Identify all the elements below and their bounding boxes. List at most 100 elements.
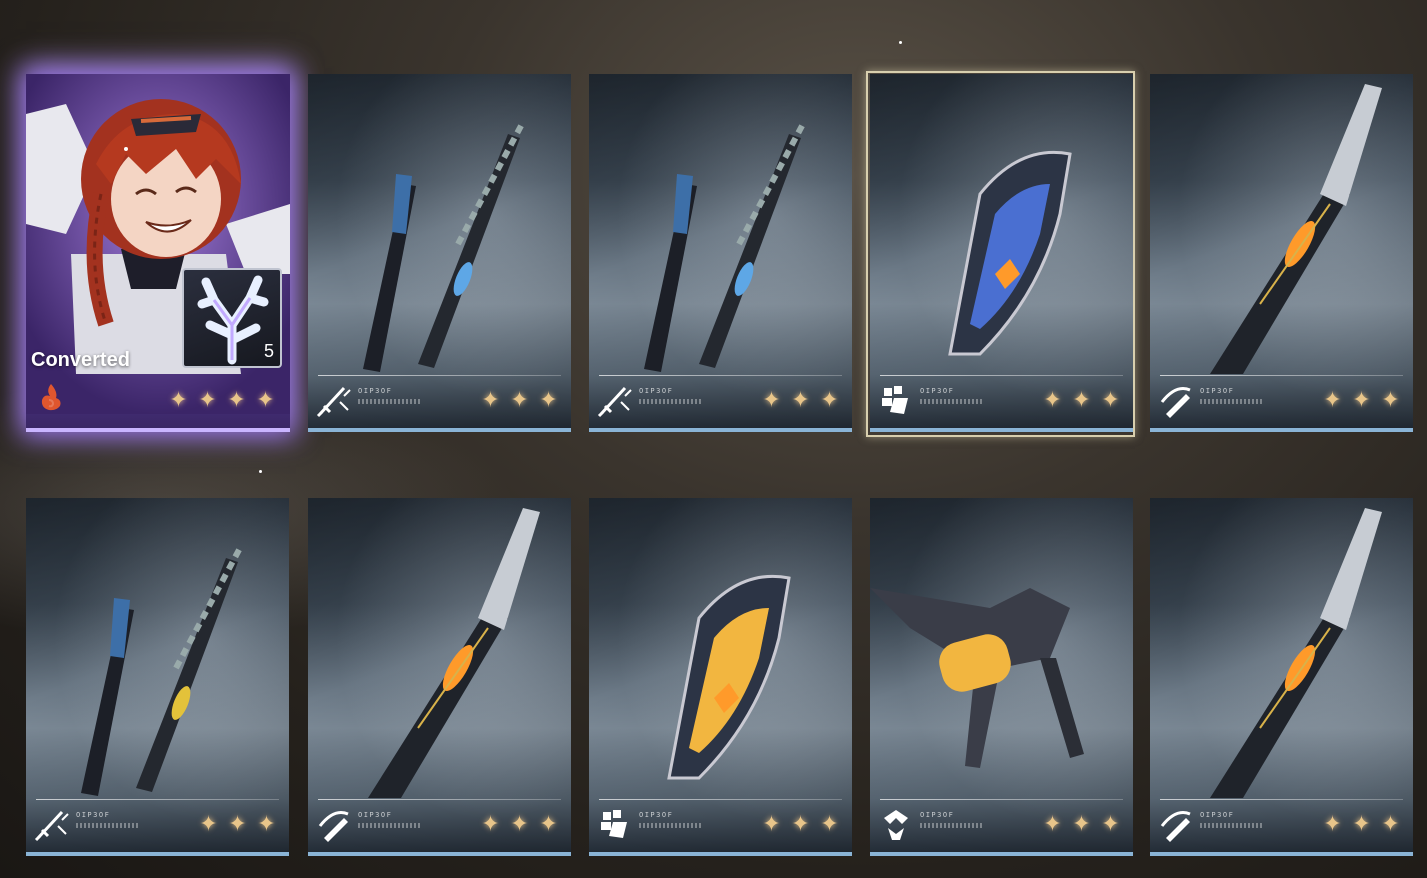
rarity-star: ✦ <box>1352 811 1371 836</box>
rarity-star: ✦ <box>1352 387 1371 412</box>
rarity-star: ✦ <box>1072 387 1091 412</box>
weapon-code-pattern <box>920 823 982 828</box>
broadblade-weapon-image <box>1210 84 1382 374</box>
item-count: 5 <box>263 341 274 361</box>
sparkle <box>899 41 902 44</box>
broadblade-type-icon <box>1160 387 1191 418</box>
rarity-star: ✦ <box>227 387 246 412</box>
rarity-stars: ✦ ✦ ✦ <box>196 811 279 836</box>
rarity-star: ✦ <box>762 387 781 412</box>
broadblade-type-icon <box>1160 811 1191 842</box>
character-card[interactable]: Converted 5 ✦ ✦ ✦ ✦ <box>26 74 290 432</box>
rarity-star: ✦ <box>1381 387 1400 412</box>
rarity-star: ✦ <box>820 387 839 412</box>
rarity-star: ✦ <box>820 811 839 836</box>
weapon-code: OIP3OF <box>1200 387 1235 395</box>
rarity-star: ✦ <box>539 387 558 412</box>
sword-type-icon <box>34 810 69 842</box>
rarity-stars: ✦ ✦ ✦ <box>478 387 561 412</box>
weapon-card-gauntlet[interactable]: OIP3OF ✦ ✦ ✦ <box>589 498 852 856</box>
gauntlet-type-icon <box>601 810 627 838</box>
sword-type-icon <box>597 386 632 418</box>
rarity-star: ✦ <box>256 387 275 412</box>
weapon-code: OIP3OF <box>1200 811 1235 819</box>
weapon-code-pattern <box>76 823 138 828</box>
rarity-stars: ✦ ✦ ✦ <box>478 811 561 836</box>
rarity-star: ✦ <box>1043 387 1062 412</box>
rarity-stars: ✦ ✦ ✦ <box>1040 811 1123 836</box>
weapon-card-rectifier[interactable]: OIP3OF ✦ ✦ ✦ <box>870 498 1133 856</box>
weapon-code-pattern <box>639 399 701 404</box>
weapon-code: OIP3OF <box>639 811 674 819</box>
rarity-star: ✦ <box>228 811 247 836</box>
sword-weapon-image <box>363 122 525 372</box>
fire-element-icon <box>41 384 61 411</box>
weapon-card-broadblade[interactable]: OIP3OF ✦ ✦ ✦ <box>308 498 571 856</box>
weapon-code: OIP3OF <box>358 811 393 819</box>
card-divider <box>318 799 561 800</box>
rarity-star: ✦ <box>791 387 810 412</box>
rarity-star: ✦ <box>1381 811 1400 836</box>
gauntlet-weapon-image <box>948 150 1072 356</box>
rectifier-type-icon <box>884 810 908 840</box>
rarity-stars: ✦ ✦ ✦ <box>1320 387 1403 412</box>
rarity-star: ✦ <box>510 387 529 412</box>
weapon-code: OIP3OF <box>920 811 955 819</box>
card-divider <box>1160 799 1403 800</box>
weapon-code: OIP3OF <box>920 387 955 395</box>
rarity-star: ✦ <box>481 387 500 412</box>
rarity-star: ✦ <box>257 811 276 836</box>
card-divider <box>599 799 842 800</box>
rarity-star: ✦ <box>1323 811 1342 836</box>
weapon-card-gauntlet[interactable]: OIP3OF ✦ ✦ ✦ <box>870 74 1133 432</box>
sword-weapon-image <box>644 122 806 372</box>
weapon-code: OIP3OF <box>358 387 393 395</box>
weapon-code-pattern <box>1200 399 1262 404</box>
rarity-star: ✦ <box>791 811 810 836</box>
weapon-code-pattern <box>639 823 701 828</box>
card-divider <box>1160 375 1403 376</box>
sparkle <box>259 470 262 473</box>
weapon-code: OIP3OF <box>639 387 674 395</box>
weapon-code-pattern <box>358 823 420 828</box>
rarity-star: ✦ <box>539 811 558 836</box>
sword-type-icon <box>316 386 351 418</box>
rarity-stars: ✦ ✦ ✦ ✦ <box>166 387 278 412</box>
rarity-star: ✦ <box>510 811 529 836</box>
weapon-code-pattern <box>1200 823 1262 828</box>
rarity-star: ✦ <box>198 387 217 412</box>
weapon-card-broadblade[interactable]: OIP3OF ✦ ✦ ✦ <box>1150 74 1413 432</box>
gauntlet-type-icon <box>882 386 908 414</box>
rarity-star: ✦ <box>481 811 500 836</box>
rarity-stars: ✦ ✦ ✦ <box>1040 387 1123 412</box>
weapon-code-pattern <box>920 399 982 404</box>
card-divider <box>880 799 1123 800</box>
rarity-star: ✦ <box>1101 811 1120 836</box>
card-divider <box>36 799 279 800</box>
rarity-star: ✦ <box>762 811 781 836</box>
card-divider <box>318 375 561 376</box>
broadblade-weapon-image <box>368 508 540 798</box>
weapon-card-broadblade[interactable]: OIP3OF ✦ ✦ ✦ <box>1150 498 1413 856</box>
rarity-stars: ✦ ✦ ✦ <box>759 387 842 412</box>
weapon-code: OIP3OF <box>76 811 111 819</box>
card-divider <box>599 375 842 376</box>
gauntlet-weapon-image <box>667 574 791 780</box>
broadblade-type-icon <box>318 811 349 842</box>
weapon-card-sword[interactable]: OIP3OF ✦ ✦ ✦ <box>589 74 852 432</box>
weapon-card-sword[interactable]: OIP3OF ✦ ✦ ✦ <box>308 74 571 432</box>
rarity-star: ✦ <box>199 811 218 836</box>
rarity-star: ✦ <box>1101 387 1120 412</box>
conversion-item[interactable]: 5 <box>182 268 282 368</box>
rarity-star: ✦ <box>1072 811 1091 836</box>
sword-weapon-image <box>81 546 243 796</box>
rectifier-weapon-image <box>870 588 1084 768</box>
card-divider <box>880 375 1123 376</box>
rarity-stars: ✦ ✦ ✦ <box>1320 811 1403 836</box>
weapon-code-pattern <box>358 399 420 404</box>
broadblade-weapon-image <box>1210 508 1382 798</box>
rarity-star: ✦ <box>1323 387 1342 412</box>
rarity-star: ✦ <box>1043 811 1062 836</box>
rarity-star: ✦ <box>169 387 188 412</box>
weapon-card-sword[interactable]: OIP3OF ✦ ✦ ✦ <box>26 498 289 856</box>
